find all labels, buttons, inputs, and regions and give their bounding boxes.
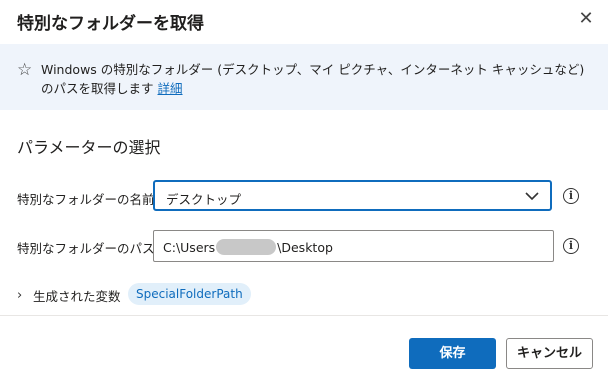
folder-name-select[interactable]: デスクトップ — [153, 180, 552, 211]
folder-path-label: 特別なフォルダーのパス: — [17, 241, 159, 256]
divider — [0, 315, 608, 316]
generated-variables-label: 生成された変数 — [33, 289, 121, 304]
folder-name-label: 特別なフォルダーの名前: — [17, 192, 159, 207]
info-icon[interactable]: i — [563, 238, 579, 254]
save-button[interactable]: 保存 — [409, 338, 496, 369]
dialog-title: 特別なフォルダーを取得 — [17, 14, 204, 34]
folder-path-value: C:\Users \Desktop — [163, 239, 333, 255]
description-text: Windows の特別なフォルダー (デスクトップ、マイ ピクチャ、インターネッ… — [41, 62, 585, 96]
path-prefix: C:\Users — [163, 240, 216, 255]
folder-name-value: デスクトップ — [166, 192, 242, 207]
info-icon[interactable]: i — [563, 188, 579, 204]
details-link[interactable]: 詳細 — [158, 81, 183, 96]
action-description: Windows の特別なフォルダー (デスクトップ、マイ ピクチャ、インターネッ… — [41, 60, 593, 98]
variable-pill[interactable]: SpecialFolderPath — [128, 283, 251, 305]
cancel-button[interactable]: キャンセル — [506, 338, 593, 369]
info-banner: ☆ Windows の特別なフォルダー (デスクトップ、マイ ピクチャ、インター… — [0, 44, 608, 110]
section-title: パラメーターの選択 — [17, 138, 161, 157]
star-icon: ☆ — [17, 60, 33, 80]
folder-path-input[interactable]: C:\Users \Desktop — [153, 230, 554, 262]
chevron-down-icon — [525, 192, 539, 201]
close-icon[interactable]: ✕ — [577, 10, 595, 28]
path-suffix: \Desktop — [277, 240, 333, 255]
redacted-username — [216, 239, 277, 255]
chevron-right-icon[interactable]: › — [17, 288, 22, 303]
